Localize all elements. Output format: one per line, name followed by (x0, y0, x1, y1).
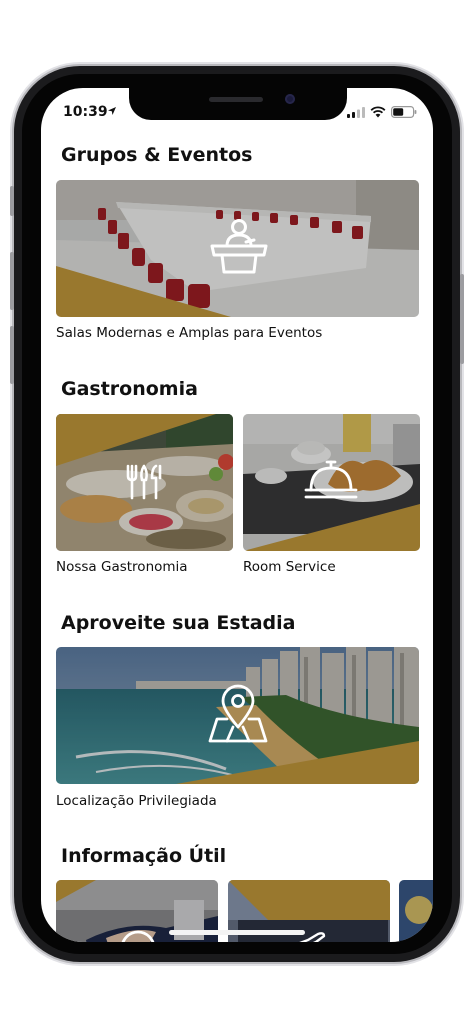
front-camera (285, 94, 295, 104)
caption-privileged-location: Localização Privilegiada (56, 793, 217, 809)
card-info-third[interactable] (399, 880, 433, 942)
service-bell-icon (304, 460, 358, 499)
presenter-podium-icon (210, 219, 268, 274)
caption-our-gastronomy: Nossa Gastronomia (56, 559, 188, 575)
card-event-rooms[interactable] (56, 180, 419, 317)
section-title-useful-info: Informação Útil (61, 845, 227, 867)
section-title-enjoy-stay: Aproveite sua Estadia (61, 612, 296, 634)
image-overlay (399, 880, 433, 942)
caption-room-service: Room Service (243, 559, 336, 575)
card-privileged-location[interactable] (56, 647, 419, 784)
status-time: 10:39 (63, 104, 108, 120)
battery-icon (391, 106, 417, 118)
signal-icon (347, 106, 365, 118)
phone-icon (121, 930, 155, 942)
status-icons (347, 106, 417, 118)
volume-up-button (10, 252, 14, 310)
wifi-icon (370, 106, 386, 118)
card-our-gastronomy[interactable] (56, 414, 233, 551)
power-button (460, 274, 464, 364)
app-screen: 10:39 Grupos & Eventos Salas Modernas e … (41, 88, 433, 942)
location-arrow-icon (108, 107, 116, 115)
silent-switch (10, 186, 14, 216)
cutlery-icon (126, 464, 162, 500)
notch (129, 88, 347, 120)
volume-down-button (10, 326, 14, 384)
section-title-gastronomy: Gastronomia (61, 378, 198, 400)
card-room-service[interactable] (243, 414, 420, 551)
section-title-groups-events: Grupos & Eventos (61, 144, 253, 166)
map-pin-icon (208, 684, 268, 743)
caption-event-rooms: Salas Modernas e Amplas para Eventos (56, 325, 323, 341)
earpiece-speaker (209, 97, 263, 102)
home-indicator[interactable] (169, 930, 305, 935)
